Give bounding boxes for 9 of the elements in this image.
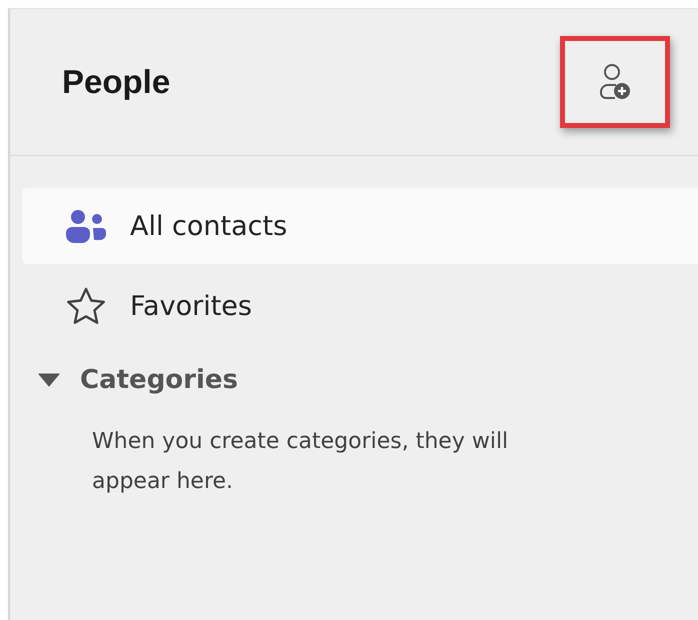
categories-toggle[interactable]: Categories xyxy=(38,352,238,408)
nav-item[interactable]: All contacts xyxy=(22,188,698,264)
empty-message: When you create categories, they will appear here. xyxy=(92,428,510,496)
nav-item[interactable]: Favorites xyxy=(22,268,698,344)
panel-title: People xyxy=(62,63,170,101)
star-icon xyxy=(66,287,106,325)
people-icon xyxy=(66,209,106,243)
caret-icon xyxy=(38,373,60,387)
person-plus-icon xyxy=(600,64,630,100)
